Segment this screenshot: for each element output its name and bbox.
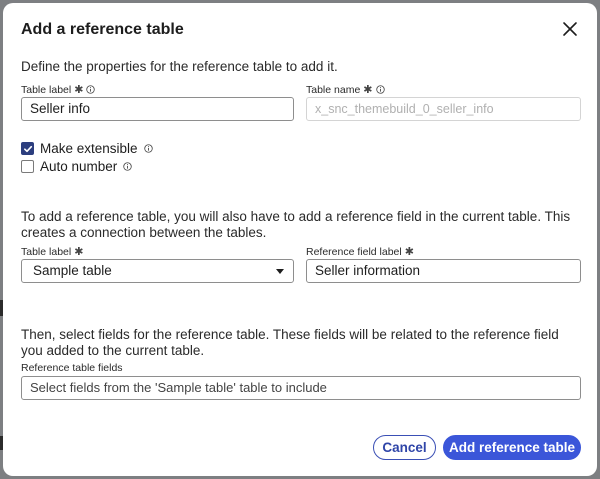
dialog-title: Add a reference table [21, 21, 184, 38]
info-icon[interactable] [86, 85, 96, 94]
table-name-text: Table name [306, 83, 361, 96]
required-asterisk-icon: ✱ [74, 246, 84, 258]
reference-field-label-label: Reference field label ✱ [306, 245, 414, 259]
reference-field-label-input[interactable]: Seller information [306, 259, 581, 283]
info-icon[interactable] [375, 85, 385, 94]
reference-table-fields-label: Reference table fields [21, 362, 123, 374]
make-extensible-checkbox[interactable] [21, 142, 34, 155]
reference-field-label-text: Reference field label [306, 245, 402, 258]
table-name-label: Table name ✱ [306, 83, 385, 96]
reference-info-paragraph: To add a reference table, you will also … [21, 209, 571, 240]
reference-table-fields-input[interactable]: Select fields from the 'Sample table' ta… [21, 376, 581, 400]
fields-info-paragraph: Then, select fields for the reference ta… [21, 327, 559, 358]
table-label-input[interactable]: Seller info [21, 97, 294, 121]
reference-table-label-label: Table label ✱ [21, 245, 84, 259]
caret-down-icon [276, 269, 284, 274]
auto-number-checkbox-row[interactable]: Auto number [21, 159, 132, 174]
info-icon[interactable] [143, 144, 153, 153]
table-label-text: Table label [21, 83, 72, 96]
add-reference-table-dialog: Add a reference table Define the propert… [3, 3, 597, 476]
table-select-value: Sample table [33, 263, 112, 278]
close-button[interactable] [561, 20, 579, 38]
reference-table-label-text: Table label [21, 245, 72, 258]
table-select[interactable]: Sample table [21, 259, 294, 283]
required-asterisk-icon: ✱ [363, 84, 373, 96]
check-icon [23, 145, 32, 152]
auto-number-checkbox[interactable] [21, 160, 34, 173]
table-name-input: x_snc_themebuild_0_seller_info [306, 97, 581, 121]
info-icon[interactable] [123, 162, 132, 171]
table-label-label: Table label ✱ [21, 83, 96, 96]
close-icon [563, 22, 577, 36]
add-reference-table-button[interactable]: Add reference table [443, 435, 581, 460]
make-extensible-checkbox-row[interactable]: Make extensible [21, 141, 153, 156]
make-extensible-label: Make extensible [40, 141, 138, 156]
dialog-description: Define the properties for the reference … [21, 59, 338, 74]
required-asterisk-icon: ✱ [74, 84, 84, 96]
cancel-button[interactable]: Cancel [373, 435, 436, 460]
required-asterisk-icon: ✱ [404, 246, 414, 258]
auto-number-label: Auto number [40, 159, 118, 174]
